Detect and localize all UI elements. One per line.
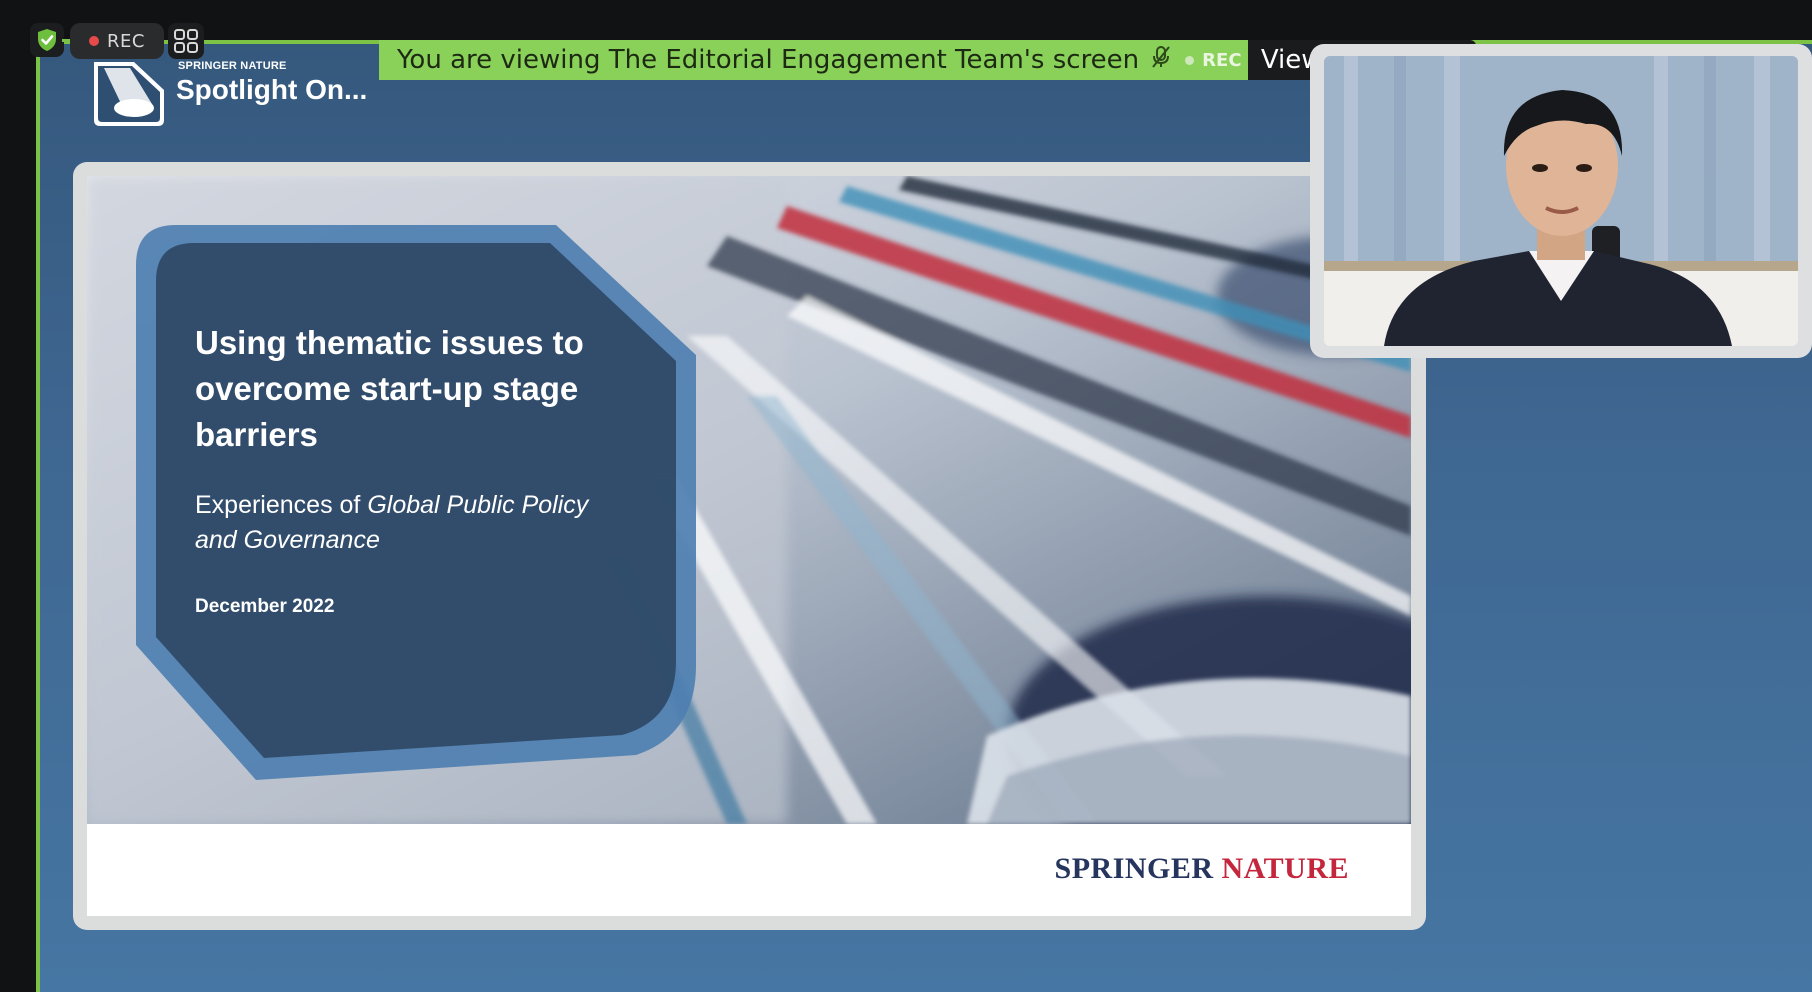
slide-date: December 2022: [195, 596, 335, 617]
slide-title: Using thematic issues to overcome start-…: [195, 324, 584, 453]
recording-label: REC: [107, 30, 145, 52]
gallery-view-button[interactable]: [168, 23, 204, 59]
spotlight-logo: [90, 58, 166, 128]
brand-small-label: SPRINGER NATURE: [178, 60, 287, 72]
brand-springer: SPRINGER: [1054, 852, 1214, 885]
slide-title-block: Using thematic issues to overcome start-…: [195, 320, 635, 618]
slide-subtitle: Experiences of Global Public Policy and …: [195, 488, 635, 558]
speaker-video-tile[interactable]: [1310, 44, 1812, 358]
recording-indicator[interactable]: REC: [70, 23, 164, 59]
subtitle-prefix: Experiences of: [195, 491, 368, 519]
record-dot-icon: [89, 36, 100, 46]
banner-rec-dot-icon: [1185, 55, 1195, 65]
springer-nature-logo: SPRINGER NATURE: [1055, 852, 1349, 886]
series-title: Spotlight On...: [176, 74, 368, 105]
banner-recording-indicator: REC: [1185, 49, 1242, 71]
banner-rec-label: REC: [1202, 49, 1242, 71]
brand-nature: NATURE: [1221, 852, 1349, 885]
slide-footer: SPRINGER NATURE: [87, 824, 1411, 916]
viewing-text: You are viewing The Editorial Engagement…: [397, 45, 1140, 75]
screen-share-banner: You are viewing The Editorial Engagement…: [379, 40, 1248, 80]
speaker-video: [1324, 56, 1798, 346]
muted-mic-icon: [1151, 45, 1171, 76]
grid-icon: [174, 29, 198, 53]
security-shield-icon[interactable]: [30, 23, 64, 57]
divider: [62, 39, 70, 42]
